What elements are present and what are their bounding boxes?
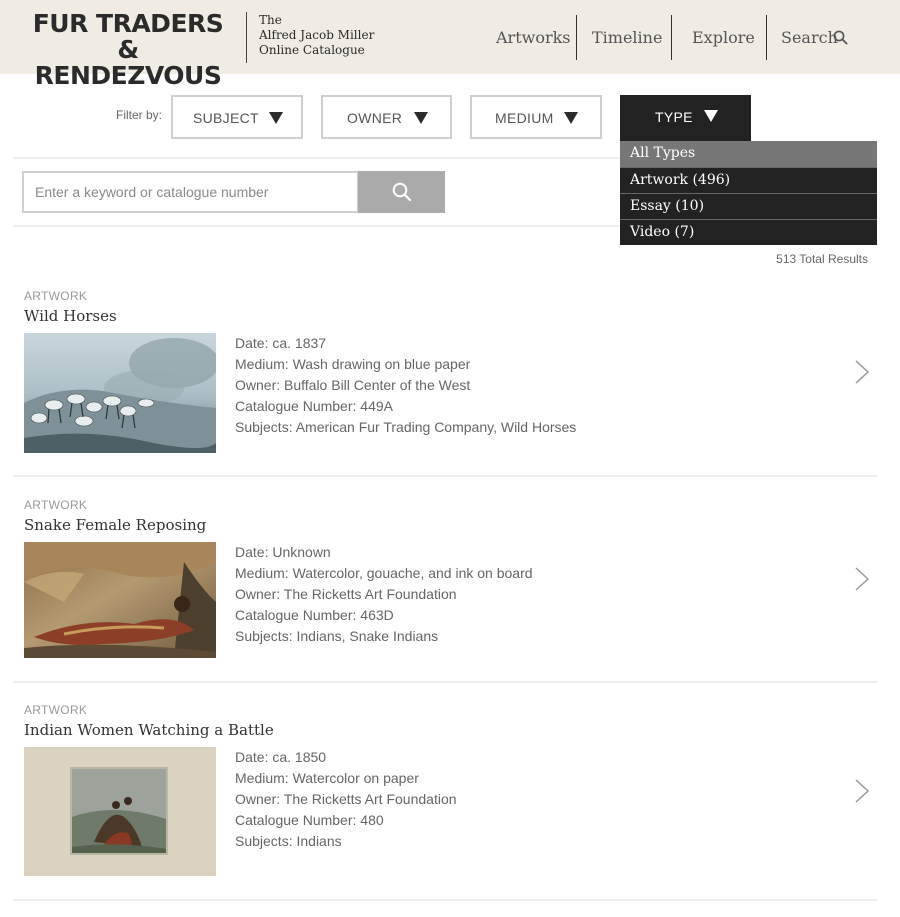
result-details: Date: ca. 1837 Medium: Wash drawing on b…: [235, 333, 576, 438]
filter-type-button[interactable]: TYPE: [620, 95, 751, 141]
type-option-artwork[interactable]: Artwork (496): [620, 167, 877, 193]
result-title[interactable]: Indian Women Watching a Battle: [24, 721, 274, 739]
result-type: ARTWORK: [24, 498, 88, 512]
nav-artworks[interactable]: Artworks: [496, 28, 571, 47]
logo-subtitle-line-3: Online Catalogue: [259, 43, 365, 57]
search-button[interactable]: [358, 171, 445, 213]
nav-search[interactable]: Search: [781, 28, 838, 47]
chevron-right-icon[interactable]: [854, 778, 870, 804]
result-owner: Owner: Buffalo Bill Center of the West: [235, 377, 471, 393]
artwork-thumbnail[interactable]: [24, 747, 216, 876]
result-date: Date: ca. 1850: [235, 749, 327, 765]
triangle-down-icon: [414, 112, 428, 124]
logo-divider: [246, 12, 247, 63]
type-option-video[interactable]: Video (7): [620, 219, 877, 245]
chevron-right-icon[interactable]: [854, 566, 870, 592]
filter-medium-label: MEDIUM: [495, 110, 554, 126]
result-type: ARTWORK: [24, 703, 88, 717]
result-subjects: Subjects: Indians, Snake Indians: [235, 628, 439, 644]
site-logo[interactable]: FUR TRADERS & RENDEZVOUS: [21, 11, 235, 89]
filter-subject-button[interactable]: SUBJECT: [171, 95, 303, 139]
filter-owner-button[interactable]: OWNER: [321, 95, 452, 139]
triangle-down-icon: [269, 112, 283, 124]
logo-subtitle: The Alfred Jacob Miller Online Catalogue: [259, 13, 374, 58]
total-results-count: 513 Total Results: [776, 252, 868, 266]
type-dropdown-menu: All Types Artwork (496) Essay (10) Video…: [620, 141, 877, 245]
filter-owner-label: OWNER: [347, 110, 403, 126]
search-icon[interactable]: [833, 30, 848, 45]
filter-type-label: TYPE: [655, 109, 693, 125]
nav-divider: [671, 15, 672, 60]
result-subjects: Subjects: American Fur Trading Company, …: [235, 419, 577, 435]
logo-line-1: FUR TRADERS &: [32, 9, 224, 64]
result-item: ARTWORK Wild Horses Date: ca. 1837 Mediu…: [13, 288, 877, 477]
result-title[interactable]: Snake Female Reposing: [24, 516, 206, 534]
result-item: ARTWORK Snake Female Reposing Date: Unkn…: [13, 497, 877, 684]
result-divider: [13, 681, 877, 683]
result-title[interactable]: Wild Horses: [24, 307, 117, 325]
chevron-right-icon[interactable]: [854, 359, 870, 385]
artwork-thumbnail[interactable]: [24, 542, 216, 658]
result-medium: Medium: Watercolor, gouache, and ink on …: [235, 565, 533, 581]
artwork-thumbnail[interactable]: [24, 333, 216, 453]
filter-subject-label: SUBJECT: [193, 110, 259, 126]
result-details: Date: Unknown Medium: Watercolor, gouach…: [235, 542, 533, 647]
result-medium: Medium: Wash drawing on blue paper: [235, 356, 471, 372]
result-date: Date: Unknown: [235, 544, 331, 560]
result-item: ARTWORK Indian Women Watching a Battle D…: [13, 702, 877, 902]
result-catalogue-number: Catalogue Number: 449A: [235, 398, 393, 414]
logo-subtitle-line-1: The: [259, 13, 282, 27]
site-header: FUR TRADERS & RENDEZVOUS The Alfred Jaco…: [0, 0, 900, 89]
triangle-down-icon: [564, 112, 578, 124]
result-type: ARTWORK: [24, 289, 88, 303]
type-option-all[interactable]: All Types: [620, 141, 877, 167]
nav-divider: [576, 15, 577, 60]
logo-line-2: RENDEZVOUS: [34, 61, 222, 90]
result-subjects: Subjects: Indians: [235, 833, 342, 849]
result-owner: Owner: The Ricketts Art Foundation: [235, 586, 457, 602]
result-medium: Medium: Watercolor on paper: [235, 770, 419, 786]
search-input[interactable]: [22, 171, 359, 213]
nav-timeline[interactable]: Timeline: [592, 28, 662, 47]
search-icon: [392, 182, 412, 202]
type-option-essay[interactable]: Essay (10): [620, 193, 877, 219]
result-divider: [13, 475, 877, 477]
result-catalogue-number: Catalogue Number: 463D: [235, 607, 394, 623]
result-details: Date: ca. 1850 Medium: Watercolor on pap…: [235, 747, 457, 852]
filter-medium-button[interactable]: MEDIUM: [470, 95, 602, 139]
result-owner: Owner: The Ricketts Art Foundation: [235, 791, 457, 807]
filter-label: Filter by:: [116, 108, 163, 122]
result-divider: [13, 899, 877, 901]
result-date: Date: ca. 1837: [235, 335, 327, 351]
nav-explore[interactable]: Explore: [692, 28, 755, 47]
triangle-down-icon: [704, 110, 718, 122]
nav-divider: [766, 15, 767, 60]
logo-subtitle-line-2: Alfred Jacob Miller: [259, 28, 375, 42]
result-catalogue-number: Catalogue Number: 480: [235, 812, 384, 828]
